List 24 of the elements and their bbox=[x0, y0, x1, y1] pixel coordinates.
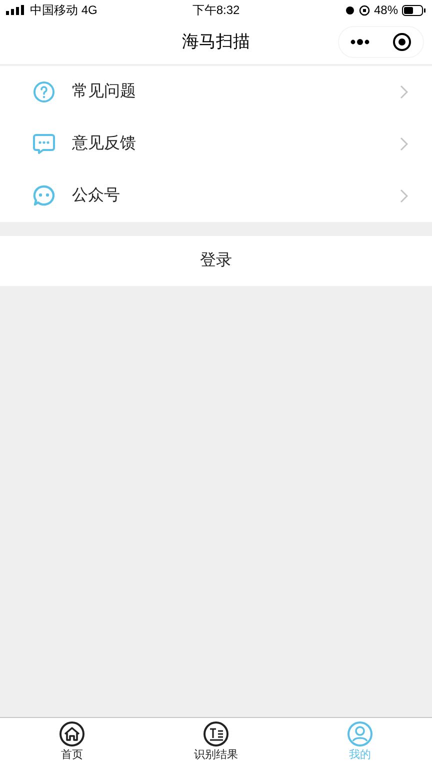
more-icon bbox=[350, 39, 370, 45]
carrier-text: 中国移动 4G bbox=[30, 2, 98, 19]
chat-bubble-icon bbox=[32, 132, 56, 156]
clock-time: 下午8:32 bbox=[192, 2, 240, 19]
user-icon bbox=[347, 721, 373, 747]
menu-item[interactable]: 公众号 bbox=[0, 170, 432, 222]
page-title: 海马扫描 bbox=[182, 31, 250, 54]
close-icon bbox=[392, 32, 412, 52]
tab-bar-item[interactable]: 首页 bbox=[0, 718, 144, 768]
rotation-lock-icon bbox=[358, 4, 370, 16]
menu-item[interactable]: 常见问题 bbox=[0, 66, 432, 118]
tab-bar-item[interactable]: 识别结果 bbox=[144, 718, 288, 768]
battery-icon bbox=[402, 4, 426, 16]
chevron-icon bbox=[400, 85, 408, 99]
battery-percent: 48% bbox=[374, 2, 398, 19]
home-icon bbox=[59, 721, 85, 747]
menu-item[interactable]: 意见反馈 bbox=[0, 118, 432, 170]
chevron-icon bbox=[400, 189, 408, 203]
signal-icon bbox=[6, 5, 26, 15]
question-icon bbox=[32, 80, 56, 104]
login-button[interactable]: 登录 bbox=[0, 236, 432, 286]
smiley-bubble-icon bbox=[32, 184, 56, 208]
chevron-icon bbox=[400, 137, 408, 151]
text-lines-icon bbox=[203, 721, 229, 747]
